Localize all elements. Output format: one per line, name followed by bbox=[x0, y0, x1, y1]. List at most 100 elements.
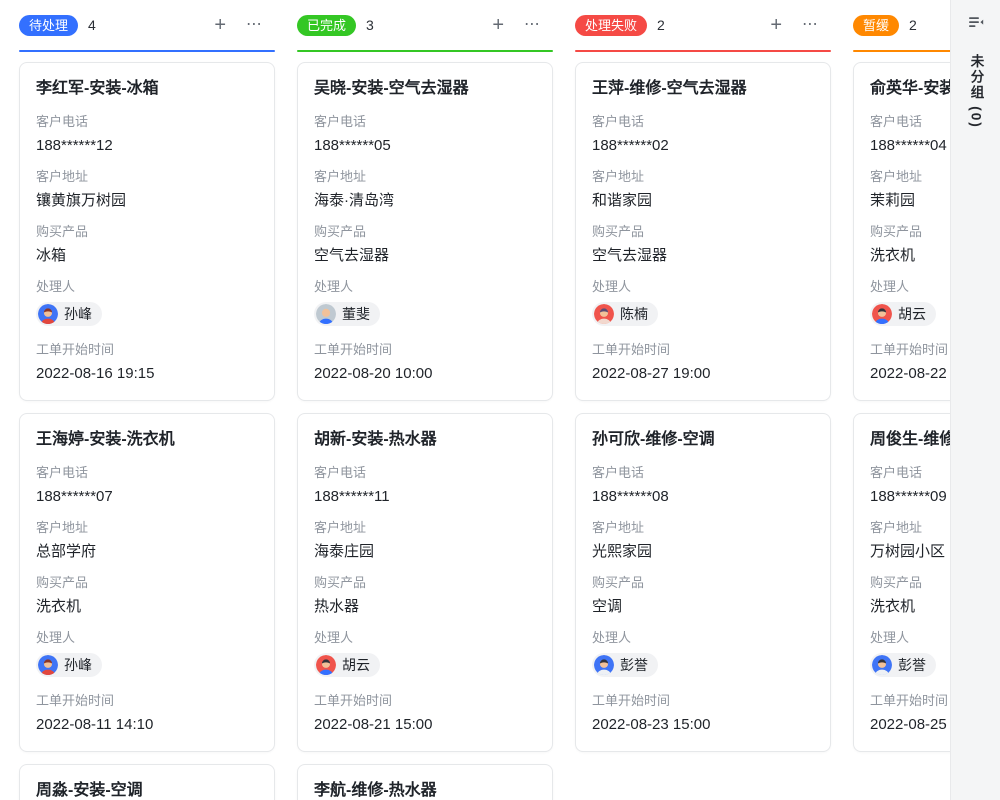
kanban-column-done: 已完成 3 + ⋯ 吴晓-安装-空气去湿器 客户电话 188******05 客… bbox=[297, 0, 553, 800]
work-order-card[interactable]: 周俊生-维修-洗衣机 客户电话 188******09 客户地址 万树园小区 购… bbox=[853, 413, 950, 752]
field-label-start-time: 工单开始时间 bbox=[592, 341, 814, 359]
field-label-address: 客户地址 bbox=[592, 519, 814, 537]
field-start-time: 工单开始时间 2022-08-21 15:00 bbox=[314, 692, 536, 735]
card-title: 孙可欣-维修-空调 bbox=[592, 428, 814, 452]
field-address: 客户地址 万树园小区 bbox=[870, 519, 950, 562]
field-label-phone: 客户电话 bbox=[870, 113, 950, 131]
work-order-card[interactable]: 李红军-安装-冰箱 客户电话 188******12 客户地址 镶黄旗万树园 购… bbox=[19, 62, 275, 401]
field-label-handler: 处理人 bbox=[36, 629, 258, 647]
work-order-card[interactable]: 吴晓-安装-空气去湿器 客户电话 188******05 客户地址 海泰·清岛湾… bbox=[297, 62, 553, 401]
handler-chip[interactable]: 董斐 bbox=[314, 302, 380, 326]
field-label-handler: 处理人 bbox=[592, 629, 814, 647]
card-title: 李航-维修-热水器 bbox=[314, 779, 536, 800]
field-phone: 客户电话 188******09 bbox=[870, 464, 950, 507]
field-start-time: 工单开始时间 2022-08-23 15:00 bbox=[592, 692, 814, 735]
column-more-button[interactable]: ⋯ bbox=[246, 17, 263, 33]
column-header: 待处理 4 + ⋯ bbox=[19, 0, 275, 50]
handler-avatar bbox=[38, 304, 58, 324]
field-product: 购买产品 空调 bbox=[592, 574, 814, 617]
handler-chip[interactable]: 彭誉 bbox=[870, 653, 936, 677]
field-product: 购买产品 洗衣机 bbox=[870, 223, 950, 266]
field-value-phone: 188******04 bbox=[870, 135, 950, 156]
card-title: 周淼-安装-空调 bbox=[36, 779, 258, 800]
status-pill: 已完成 bbox=[297, 15, 356, 36]
field-value-phone: 188******07 bbox=[36, 486, 258, 507]
field-address: 客户地址 海泰庄园 bbox=[314, 519, 536, 562]
field-label-phone: 客户电话 bbox=[36, 113, 258, 131]
add-card-button[interactable]: + bbox=[770, 15, 782, 35]
field-label-phone: 客户电话 bbox=[36, 464, 258, 482]
add-card-button[interactable]: + bbox=[492, 15, 504, 35]
field-value-address: 镶黄旗万树园 bbox=[36, 190, 258, 211]
field-label-product: 购买产品 bbox=[870, 574, 950, 592]
card-title: 李红军-安装-冰箱 bbox=[36, 77, 258, 101]
field-value-product: 空调 bbox=[592, 596, 814, 617]
card-title: 王海婷-安装-洗衣机 bbox=[36, 428, 258, 452]
kanban-column-failed: 处理失败 2 + ⋯ 王萍-维修-空气去湿器 客户电话 188******02 … bbox=[575, 0, 831, 800]
field-label-handler: 处理人 bbox=[592, 278, 814, 296]
column-header: 处理失败 2 + ⋯ bbox=[575, 0, 831, 50]
field-start-time: 工单开始时间 2022-08-22 bbox=[870, 341, 950, 384]
field-handler: 处理人 孙峰 bbox=[36, 629, 258, 680]
column-more-button[interactable]: ⋯ bbox=[524, 17, 541, 33]
field-label-start-time: 工单开始时间 bbox=[36, 341, 258, 359]
field-value-start-time: 2022-08-16 19:15 bbox=[36, 363, 258, 384]
field-phone: 客户电话 188******04 bbox=[870, 113, 950, 156]
field-value-address: 万树园小区 bbox=[870, 541, 950, 562]
field-label-handler: 处理人 bbox=[314, 629, 536, 647]
field-value-start-time: 2022-08-25 bbox=[870, 714, 950, 735]
column-more-button[interactable]: ⋯ bbox=[802, 17, 819, 33]
field-value-address: 茉莉园 bbox=[870, 190, 950, 211]
column-header: 已完成 3 + ⋯ bbox=[297, 0, 553, 50]
handler-chip[interactable]: 胡云 bbox=[314, 653, 380, 677]
handler-chip[interactable]: 孙峰 bbox=[36, 653, 102, 677]
work-order-card[interactable]: 王萍-维修-空气去湿器 客户电话 188******02 客户地址 和谐家园 购… bbox=[575, 62, 831, 401]
work-order-card[interactable]: 李航-维修-热水器 客户电话 bbox=[297, 764, 553, 800]
field-value-address: 海泰庄园 bbox=[314, 541, 536, 562]
work-order-card[interactable]: 王海婷-安装-洗衣机 客户电话 188******07 客户地址 总部学府 购买… bbox=[19, 413, 275, 752]
ungrouped-label: 未分组 (0) bbox=[966, 54, 986, 129]
field-label-address: 客户地址 bbox=[314, 519, 536, 537]
field-product: 购买产品 洗衣机 bbox=[36, 574, 258, 617]
expand-group-icon[interactable] bbox=[967, 14, 985, 32]
field-handler: 处理人 彭誉 bbox=[870, 629, 950, 680]
field-value-phone: 188******09 bbox=[870, 486, 950, 507]
add-card-button[interactable]: + bbox=[214, 15, 226, 35]
field-phone: 客户电话 188******05 bbox=[314, 113, 536, 156]
handler-avatar bbox=[872, 304, 892, 324]
card-title: 周俊生-维修-洗衣机 bbox=[870, 428, 950, 452]
field-value-start-time: 2022-08-20 10:00 bbox=[314, 363, 536, 384]
field-value-phone: 188******12 bbox=[36, 135, 258, 156]
field-handler: 处理人 胡云 bbox=[870, 278, 950, 329]
field-handler: 处理人 孙峰 bbox=[36, 278, 258, 329]
field-address: 客户地址 光熙家园 bbox=[592, 519, 814, 562]
field-label-product: 购买产品 bbox=[314, 574, 536, 592]
ungrouped-collapsed-rail[interactable]: 未分组 (0) bbox=[950, 0, 1000, 800]
kanban-column-postponed: 暂缓 2 + ⋯ 俞英华-安装-洗衣机 客户电话 188******04 客户地… bbox=[853, 0, 950, 800]
field-product: 购买产品 空气去湿器 bbox=[314, 223, 536, 266]
handler-chip[interactable]: 彭誉 bbox=[592, 653, 658, 677]
handler-chip[interactable]: 胡云 bbox=[870, 302, 936, 326]
field-value-product: 洗衣机 bbox=[36, 596, 258, 617]
work-order-card[interactable]: 胡新-安装-热水器 客户电话 188******11 客户地址 海泰庄园 购买产… bbox=[297, 413, 553, 752]
field-start-time: 工单开始时间 2022-08-16 19:15 bbox=[36, 341, 258, 384]
column-card-list: 俞英华-安装-洗衣机 客户电话 188******04 客户地址 茉莉园 购买产… bbox=[853, 52, 950, 752]
handler-name: 彭誉 bbox=[898, 656, 926, 674]
field-value-address: 海泰·清岛湾 bbox=[314, 190, 536, 211]
handler-avatar bbox=[594, 304, 614, 324]
work-order-card[interactable]: 周淼-安装-空调 客户电话 bbox=[19, 764, 275, 800]
field-label-start-time: 工单开始时间 bbox=[592, 692, 814, 710]
status-pill: 暂缓 bbox=[853, 15, 899, 36]
work-order-card[interactable]: 孙可欣-维修-空调 客户电话 188******08 客户地址 光熙家园 购买产… bbox=[575, 413, 831, 752]
field-label-product: 购买产品 bbox=[36, 223, 258, 241]
work-order-card[interactable]: 俞英华-安装-洗衣机 客户电话 188******04 客户地址 茉莉园 购买产… bbox=[853, 62, 950, 401]
handler-chip[interactable]: 孙峰 bbox=[36, 302, 102, 326]
field-address: 客户地址 总部学府 bbox=[36, 519, 258, 562]
handler-chip[interactable]: 陈楠 bbox=[592, 302, 658, 326]
field-label-start-time: 工单开始时间 bbox=[870, 341, 950, 359]
field-label-product: 购买产品 bbox=[592, 223, 814, 241]
handler-avatar bbox=[594, 655, 614, 675]
field-address: 客户地址 和谐家园 bbox=[592, 168, 814, 211]
column-card-list: 王萍-维修-空气去湿器 客户电话 188******02 客户地址 和谐家园 购… bbox=[575, 52, 831, 752]
column-card-list: 吴晓-安装-空气去湿器 客户电话 188******05 客户地址 海泰·清岛湾… bbox=[297, 52, 553, 800]
